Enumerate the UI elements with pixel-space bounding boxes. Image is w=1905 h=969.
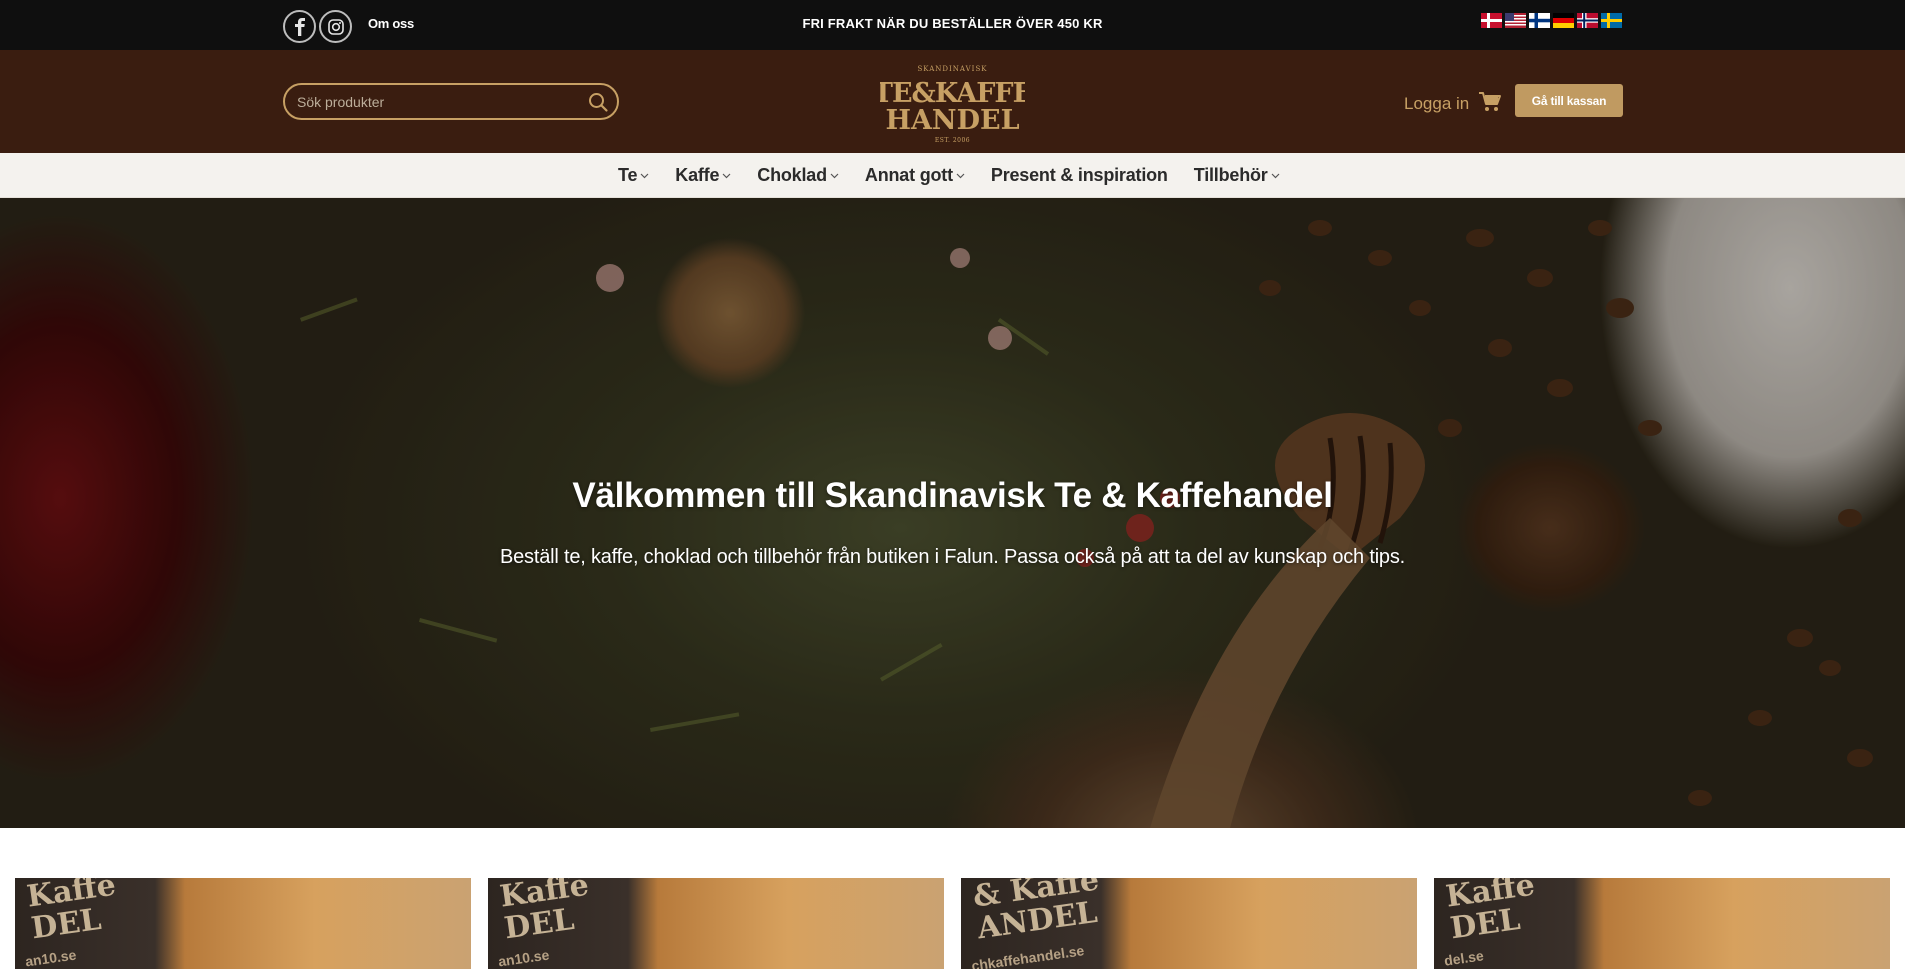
finnish-flag-icon[interactable] <box>1529 13 1550 28</box>
category-card[interactable]: Kaffe DEL an10.se <box>15 878 471 969</box>
checkout-button[interactable]: Gå till kassan <box>1515 84 1623 117</box>
logo-top-text: SKANDINAVISK <box>918 65 988 73</box>
card-logo-text: Kaffe DEL <box>24 878 118 947</box>
german-flag-icon[interactable] <box>1553 13 1574 28</box>
chevron-down-icon <box>830 173 839 178</box>
nav-item-label: Te <box>618 165 638 185</box>
danish-flag-icon[interactable] <box>1481 13 1502 28</box>
nav-item-annat-gott[interactable]: Annat gott <box>865 165 965 186</box>
norwegian-flag-icon[interactable] <box>1577 13 1598 28</box>
chevron-down-icon <box>722 173 731 178</box>
card-logo-text: Kaffe DEL <box>1443 878 1537 947</box>
hero-banner: Välkommen till Skandinavisk Te & Kaffeha… <box>0 198 1905 828</box>
nav-item-label: Tillbehör <box>1193 165 1268 185</box>
nav-item-tillbehor[interactable]: Tillbehör <box>1194 165 1280 186</box>
hero-title: Välkommen till Skandinavisk Te & Kaffeha… <box>572 476 1333 515</box>
english-flag-icon[interactable] <box>1505 13 1526 28</box>
category-card[interactable]: Kaffe DEL an10.se <box>488 878 944 969</box>
nav-item-label: Annat gott <box>864 165 953 185</box>
site-logo[interactable]: SKANDINAVISK TE&KAFFE HANDEL EST. 2006 <box>873 58 1034 144</box>
chevron-down-icon <box>1271 173 1280 178</box>
category-card[interactable]: & Kaffe ANDEL chkaffehandel.se <box>961 878 1417 969</box>
nav-item-te[interactable]: Te <box>618 165 649 186</box>
card-logo-text: & Kaffe ANDEL <box>970 878 1102 947</box>
nav-item-label: Kaffe <box>675 165 720 185</box>
card-url-text: chkaffehandel.se <box>970 942 1086 969</box>
nav-item-kaffe[interactable]: Kaffe <box>675 165 731 186</box>
card-url-text: an10.se <box>497 946 551 969</box>
swedish-flag-icon[interactable] <box>1601 13 1622 28</box>
nav-item-label: Present & inspiration <box>990 165 1168 185</box>
card-logo-text: Kaffe DEL <box>497 878 591 947</box>
search-input[interactable] <box>297 93 567 111</box>
nav-item-choklad[interactable]: Choklad <box>757 165 839 186</box>
chevron-down-icon <box>640 173 649 178</box>
card-url-text: del.se <box>1443 947 1485 969</box>
site-header: SKANDINAVISK TE&KAFFE HANDEL EST. 2006 L… <box>0 50 1905 153</box>
category-card[interactable]: Kaffe DEL del.se <box>1434 878 1890 969</box>
card-url-text: an10.se <box>24 946 78 969</box>
category-cards: Kaffe DEL an10.se Kaffe DEL an10.se & Kaff… <box>0 878 1905 969</box>
main-nav: Te Kaffe Choklad Annat gott Present & in… <box>0 153 1905 198</box>
language-selector <box>1481 13 1622 28</box>
top-bar: Om oss FRI FRAKT NÄR DU BESTÄLLER ÖVER 4… <box>0 0 1905 50</box>
search-box <box>283 83 619 120</box>
logo-est: EST. 2006 <box>935 137 970 144</box>
nav-item-label: Choklad <box>757 165 827 185</box>
hero-subtitle: Beställ te, kaffe, choklad och tillbehör… <box>499 546 1406 568</box>
login-link[interactable]: Logga in <box>1404 94 1469 114</box>
nav-item-present[interactable]: Present & inspiration <box>991 165 1168 186</box>
chevron-down-icon <box>956 173 965 178</box>
cart-icon[interactable] <box>1478 91 1502 113</box>
search-icon[interactable] <box>587 91 609 113</box>
logo-line2: HANDEL <box>885 105 1019 136</box>
